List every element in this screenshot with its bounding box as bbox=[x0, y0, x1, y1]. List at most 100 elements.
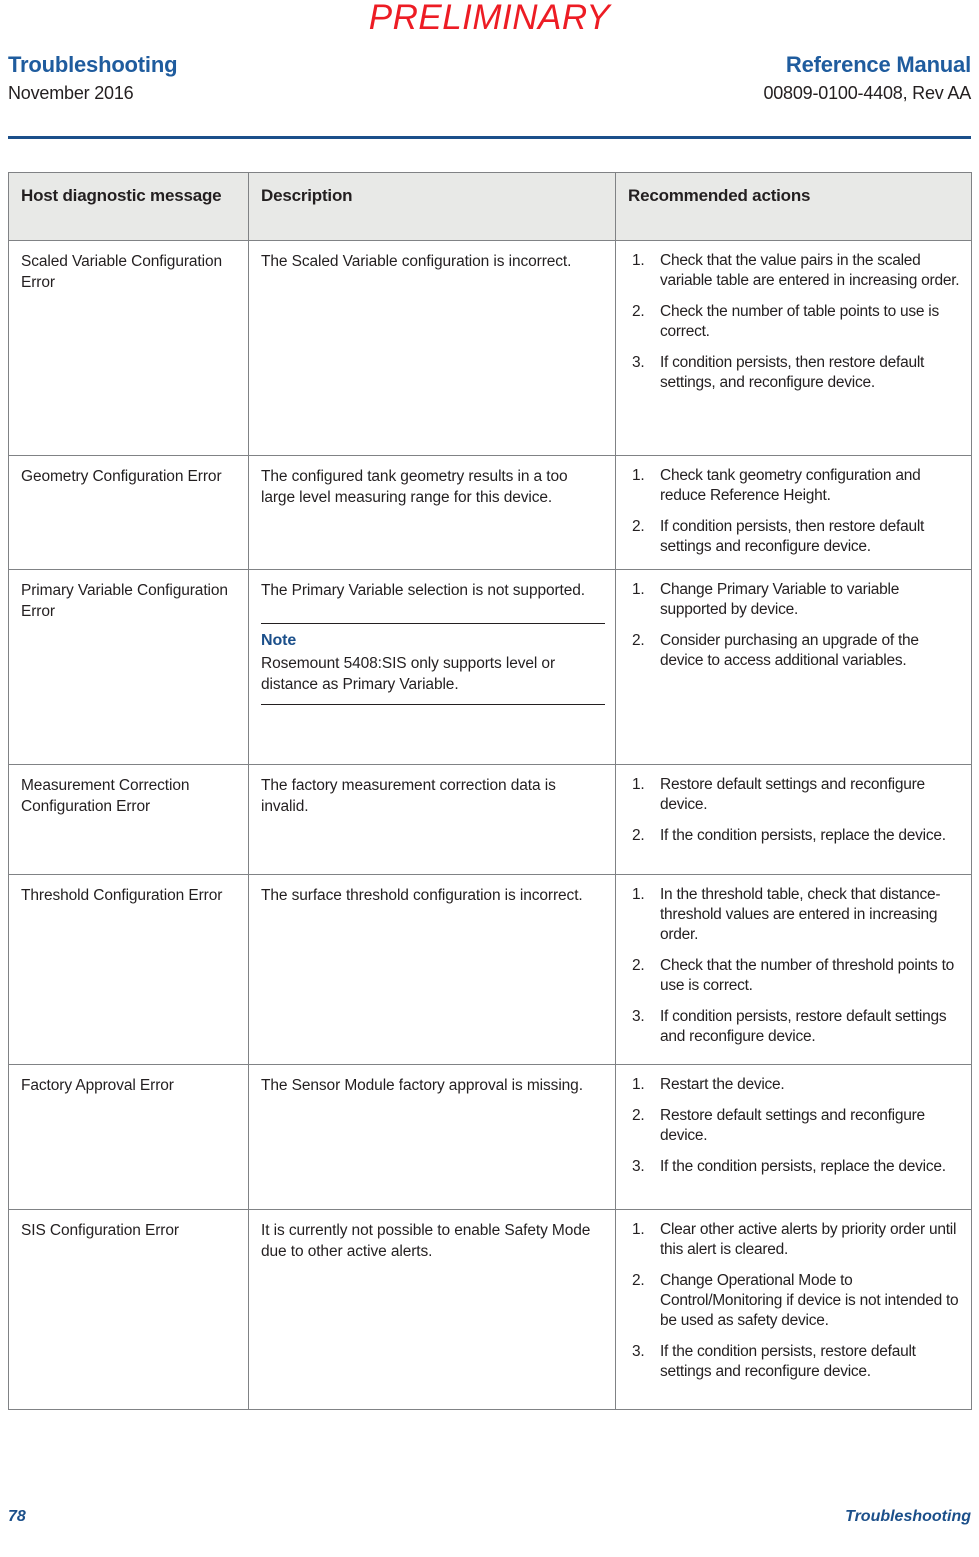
description-text: It is currently not possible to enable S… bbox=[261, 1222, 591, 1260]
running-head-date: November 2016 bbox=[8, 83, 134, 103]
action-number: 1. bbox=[632, 1221, 645, 1238]
preliminary-watermark: PRELIMINARY bbox=[368, 0, 611, 37]
recommended-actions-list: 1. Check tank geometry configuration and … bbox=[628, 466, 961, 557]
recommended-action-item: 1. Check tank geometry configuration and … bbox=[628, 466, 961, 506]
column-header-recommended-actions: Recommended actions bbox=[615, 172, 972, 241]
action-number: 1. bbox=[632, 467, 645, 484]
action-number: 2. bbox=[632, 518, 645, 535]
recommended-action-item: 2. Restore default settings and reconfigu… bbox=[628, 1106, 961, 1146]
cell-host-diagnostic-message: Measurement Correction Configuration Err… bbox=[8, 764, 249, 875]
cell-recommended-actions: 1. Restart the device. 2. Restore default … bbox=[615, 1064, 972, 1210]
action-text: Change Operational Mode to Control/Monit… bbox=[660, 1272, 959, 1329]
note-title: Note bbox=[261, 632, 297, 649]
recommended-action-item: 3. If the condition persists, restore def… bbox=[628, 1342, 961, 1382]
action-number: 2. bbox=[632, 1272, 645, 1289]
running-head-right: Reference Manual 00809-0100-4408, Rev AA bbox=[763, 52, 971, 105]
action-number: 2. bbox=[632, 1107, 645, 1124]
action-number: 2. bbox=[632, 957, 645, 974]
recommended-action-item: 2. If the condition persists, replace the… bbox=[628, 826, 961, 846]
recommended-action-item: 1. Restore default settings and reconfigu… bbox=[628, 775, 961, 815]
recommended-action-item: 2. Consider purchasing an upgrade of the … bbox=[628, 631, 961, 671]
action-number: 1. bbox=[632, 886, 645, 903]
action-text: If condition persists, then restore defa… bbox=[660, 354, 925, 391]
action-text: Check the number of table points to use … bbox=[660, 303, 939, 340]
recommended-action-item: 2. Change Operational Mode to Control/Mon… bbox=[628, 1271, 961, 1331]
recommended-action-item: 2. Check that the number of threshold poi… bbox=[628, 956, 961, 996]
action-text: Consider purchasing an upgrade of the de… bbox=[660, 632, 919, 669]
cell-recommended-actions: 1. Restore default settings and reconfigu… bbox=[615, 764, 972, 875]
action-number: 1. bbox=[632, 776, 645, 793]
cell-host-diagnostic-message: Scaled Variable Configuration Error bbox=[8, 240, 249, 456]
footer-page-number: 78 bbox=[8, 1508, 26, 1525]
recommended-action-item: 3. If condition persists, then restore de… bbox=[628, 353, 961, 393]
running-head-manual-title: Reference Manual bbox=[785, 52, 971, 77]
description-text: The Scaled Variable configuration is inc… bbox=[261, 253, 572, 270]
cell-recommended-actions: 1. Clear other active alerts by priority … bbox=[615, 1209, 972, 1410]
action-text: Restore default settings and reconfigure… bbox=[660, 1107, 925, 1144]
footer-section-name: Troubleshooting bbox=[845, 1508, 971, 1525]
cell-description: The factory measurement correction data … bbox=[248, 764, 616, 875]
action-number: 2. bbox=[632, 632, 645, 649]
action-number: 3. bbox=[632, 354, 645, 371]
recommended-actions-list: 1. Restart the device. 2. Restore default … bbox=[628, 1075, 961, 1177]
cell-host-diagnostic-message: Geometry Configuration Error bbox=[8, 455, 249, 570]
description-text: The Primary Variable selection is not su… bbox=[261, 582, 586, 599]
action-number: 2. bbox=[632, 827, 645, 844]
recommended-action-item: 2. If condition persists, then restore de… bbox=[628, 517, 961, 557]
page-footer: 78 Troubleshooting bbox=[8, 1508, 971, 1532]
cell-host-diagnostic-message: SIS Configuration Error bbox=[8, 1209, 249, 1410]
action-text: Restore default settings and reconfigure… bbox=[660, 776, 925, 813]
note-body: Rosemount 5408:SIS only supports level o… bbox=[261, 655, 556, 693]
table-body: Scaled Variable Configuration Error The S… bbox=[8, 240, 972, 1410]
action-text: If the condition persists, restore defau… bbox=[660, 1343, 916, 1380]
cell-recommended-actions: 1. Check tank geometry configuration and … bbox=[615, 455, 972, 570]
recommended-action-item: 1. Change Primary Variable to variable su… bbox=[628, 580, 961, 620]
cell-description: It is currently not possible to enable S… bbox=[248, 1209, 616, 1410]
recommended-actions-list: 1. Check that the value pairs in the scal… bbox=[628, 251, 961, 393]
recommended-actions-list: 1. Restore default settings and reconfigu… bbox=[628, 775, 961, 846]
running-head-section-title: Troubleshooting bbox=[8, 52, 178, 77]
recommended-action-item: 3. If the condition persists, replace the… bbox=[628, 1157, 961, 1177]
table-row: Primary Variable Configuration Error The … bbox=[8, 569, 972, 765]
recommended-action-item: 1. In the threshold table, check that di… bbox=[628, 885, 961, 945]
table-row: Scaled Variable Configuration Error The S… bbox=[8, 240, 972, 456]
recommended-action-item: 2. Check the number of table points to us… bbox=[628, 302, 961, 342]
action-number: 2. bbox=[632, 303, 645, 320]
running-head-left: Troubleshooting November 2016 bbox=[8, 52, 178, 105]
table-row: SIS Configuration Error It is currently n… bbox=[8, 1209, 972, 1410]
cell-host-diagnostic-message: Factory Approval Error bbox=[8, 1064, 249, 1210]
host-diagnostics-table: Host diagnostic message Description Reco… bbox=[8, 172, 972, 1410]
column-header-description: Description bbox=[248, 172, 616, 241]
header-rule bbox=[8, 136, 971, 139]
recommended-actions-list: 1. Clear other active alerts by priority … bbox=[628, 1220, 961, 1382]
recommended-action-item: 1. Restart the device. bbox=[628, 1075, 961, 1095]
action-number: 3. bbox=[632, 1343, 645, 1360]
diagnostics-table-wrapper: Host diagnostic message Description Reco… bbox=[8, 172, 972, 1410]
recommended-actions-list: 1. Change Primary Variable to variable su… bbox=[628, 580, 961, 671]
action-number: 3. bbox=[632, 1158, 645, 1175]
action-number: 3. bbox=[632, 1008, 645, 1025]
action-number: 1. bbox=[632, 581, 645, 598]
recommended-action-item: 1. Clear other active alerts by priority … bbox=[628, 1220, 961, 1260]
action-text: If the condition persists, replace the d… bbox=[660, 1158, 946, 1175]
note-box: Note Rosemount 5408:SIS only supports lev… bbox=[261, 623, 605, 705]
action-text: If condition persists, then restore defa… bbox=[660, 518, 925, 555]
action-text: If the condition persists, replace the d… bbox=[660, 827, 946, 844]
cell-host-diagnostic-message: Primary Variable Configuration Error bbox=[8, 569, 249, 765]
action-text: Clear other active alerts by priority or… bbox=[660, 1221, 957, 1258]
column-header-host-diagnostic-message: Host diagnostic message bbox=[8, 172, 249, 241]
recommended-actions-list: 1. In the threshold table, check that di… bbox=[628, 885, 961, 1047]
cell-recommended-actions: 1. Check that the value pairs in the scal… bbox=[615, 240, 972, 456]
cell-recommended-actions: 1. Change Primary Variable to variable su… bbox=[615, 569, 972, 765]
running-head: Troubleshooting November 2016 Reference … bbox=[8, 52, 971, 116]
cell-description: The Scaled Variable configuration is inc… bbox=[248, 240, 616, 456]
description-text: The configured tank geometry results in … bbox=[261, 468, 568, 506]
description-text: The surface threshold configuration is i… bbox=[261, 887, 583, 904]
table-row: Measurement Correction Configuration Err… bbox=[8, 764, 972, 875]
cell-description: The surface threshold configuration is i… bbox=[248, 874, 616, 1065]
recommended-action-item: 1. Check that the value pairs in the scal… bbox=[628, 251, 961, 291]
action-text: Check tank geometry configuration and re… bbox=[660, 467, 921, 504]
description-text: The factory measurement correction data … bbox=[261, 777, 556, 815]
document-page: PRELIMINARY Troubleshooting November 201… bbox=[0, 0, 979, 1557]
table-row: Geometry Configuration Error The configur… bbox=[8, 455, 972, 570]
